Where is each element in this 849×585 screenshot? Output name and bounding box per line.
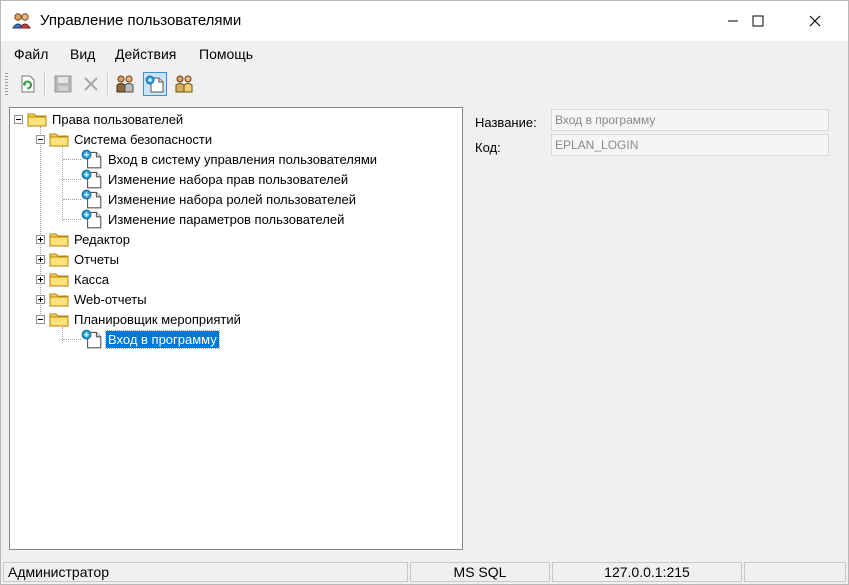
status-db: MS SQL xyxy=(410,562,550,582)
folder-icon xyxy=(49,271,69,287)
code-field[interactable]: EPLAN_LOGIN xyxy=(551,134,829,156)
tree-line xyxy=(62,327,63,343)
tree-node-label: Вход в систему управления пользователями xyxy=(108,151,378,167)
tree-node-label: Вход в программу xyxy=(105,329,220,349)
toolbar-grip[interactable] xyxy=(5,73,8,95)
menu-view[interactable]: Вид xyxy=(70,46,95,62)
properties-panel: Название: Вход в программу Код: EPLAN_LO… xyxy=(465,107,849,550)
menu-help[interactable]: Помощь xyxy=(199,46,253,62)
maximize-button[interactable] xyxy=(735,1,781,41)
tree-line xyxy=(63,219,81,220)
expand-toggle[interactable] xyxy=(36,254,45,264)
folder-icon xyxy=(49,311,69,327)
tree-node-label: Отчеты xyxy=(74,251,119,267)
collapse-toggle[interactable] xyxy=(14,114,23,124)
tree-node-label: Система безопасности xyxy=(74,131,213,147)
toolbar-separator xyxy=(44,73,46,95)
folder-icon xyxy=(27,111,47,127)
tree-node-security[interactable]: Система безопасности xyxy=(36,129,214,149)
window-title: Управление пользователями xyxy=(40,12,242,29)
close-icon xyxy=(809,15,821,27)
menu-bar: Файл Вид Действия Помощь xyxy=(1,41,848,67)
tree-leaf-login-user-management[interactable]: Вход в систему управления пользователями xyxy=(81,149,379,169)
collapse-toggle[interactable] xyxy=(36,134,45,144)
tree-line xyxy=(63,339,81,340)
folder-icon xyxy=(49,291,69,307)
name-field[interactable]: Вход в программу xyxy=(551,109,829,131)
toolbar xyxy=(1,67,848,103)
tree-node-label: Планировщик мероприятий xyxy=(74,311,241,327)
status-bar: Администратор MS SQL 127.0.0.1:215 xyxy=(1,559,848,584)
tree-node-root[interactable]: Права пользователей xyxy=(14,109,185,129)
tree-leaf-edit-user-roles[interactable]: Изменение набора ролей пользователей xyxy=(81,189,358,209)
title-bar: Управление пользователями xyxy=(1,1,848,41)
tree-leaf-edit-user-rights[interactable]: Изменение набора прав пользователей xyxy=(81,169,350,189)
expand-toggle[interactable] xyxy=(36,294,45,304)
users-app-icon xyxy=(12,12,32,30)
save-button[interactable] xyxy=(51,72,75,96)
folder-icon xyxy=(49,251,69,267)
menu-file[interactable]: Файл xyxy=(14,46,48,62)
tree-node-label: Web-отчеты xyxy=(74,291,147,307)
status-extra xyxy=(744,562,846,582)
add-item-icon xyxy=(145,74,165,94)
add-item-button[interactable] xyxy=(143,72,167,96)
close-button[interactable] xyxy=(792,1,838,41)
permission-icon xyxy=(81,209,103,229)
tree-node-label: Изменение набора прав пользователей xyxy=(108,171,349,187)
status-user: Администратор xyxy=(3,562,408,582)
code-label: Код: xyxy=(475,140,501,155)
users-icon xyxy=(116,75,134,93)
tree-node-scheduler[interactable]: Планировщик мероприятий xyxy=(36,309,243,329)
tree-line xyxy=(63,179,81,180)
folder-icon xyxy=(49,231,69,247)
status-server: 127.0.0.1:215 xyxy=(552,562,742,582)
tree-node-label: Изменение параметров пользователей xyxy=(108,211,345,227)
expand-toggle[interactable] xyxy=(36,234,45,244)
tree-leaf-edit-user-params[interactable]: Изменение параметров пользователей xyxy=(81,209,346,229)
tree-node-editor[interactable]: Редактор xyxy=(36,229,132,249)
expand-toggle[interactable] xyxy=(36,274,45,284)
tree-node-label: Изменение набора ролей пользователей xyxy=(108,191,356,207)
delete-icon xyxy=(84,77,98,91)
roles-icon xyxy=(175,75,193,93)
tree-node-web-reports[interactable]: Web-отчеты xyxy=(36,289,149,309)
maximize-icon xyxy=(752,15,764,27)
permission-icon xyxy=(81,149,103,169)
permission-icon xyxy=(81,329,103,349)
permission-icon xyxy=(81,189,103,209)
save-icon xyxy=(54,75,72,93)
users-button[interactable] xyxy=(113,72,137,96)
roles-button[interactable] xyxy=(172,72,196,96)
tree-node-label: Редактор xyxy=(74,231,130,247)
tree-node-label: Права пользователей xyxy=(52,111,184,127)
tree-line xyxy=(62,146,63,221)
tree-line xyxy=(63,159,81,160)
folder-icon xyxy=(49,131,69,147)
tree-node-cash[interactable]: Касса xyxy=(36,269,111,289)
delete-button[interactable] xyxy=(79,72,103,96)
permissions-tree[interactable]: Права пользователей Система безопасности… xyxy=(9,107,463,550)
tree-node-reports[interactable]: Отчеты xyxy=(36,249,121,269)
refresh-icon xyxy=(21,75,35,93)
permission-icon xyxy=(81,169,103,189)
menu-actions[interactable]: Действия xyxy=(115,46,176,62)
name-label: Название: xyxy=(475,115,537,130)
tree-node-label: Касса xyxy=(74,271,110,287)
refresh-button[interactable] xyxy=(15,72,39,96)
toolbar-separator xyxy=(107,73,109,95)
main-window: Управление пользователями Файл Вид Дейст… xyxy=(0,0,849,585)
tree-line xyxy=(63,199,81,200)
collapse-toggle[interactable] xyxy=(36,314,45,324)
tree-leaf-program-login[interactable]: Вход в программу xyxy=(81,329,220,349)
